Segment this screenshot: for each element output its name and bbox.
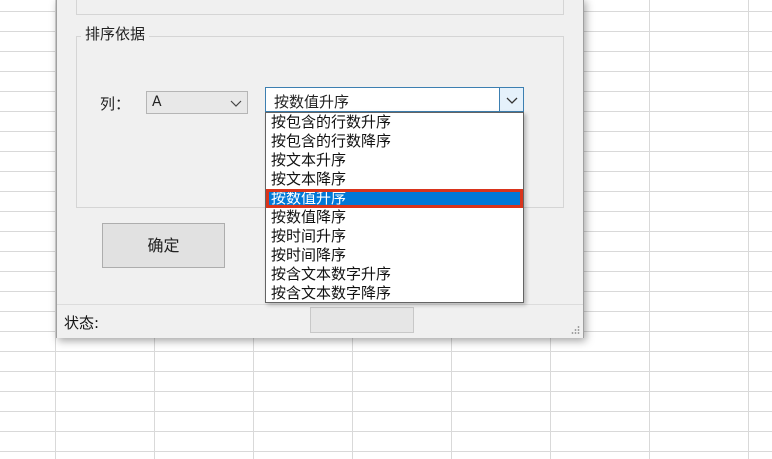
sort-order-dropdown-button[interactable] [499, 88, 523, 111]
dropdown-option[interactable]: 按包含的行数升序 [266, 113, 523, 132]
status-field [310, 307, 414, 333]
chevron-down-icon [230, 100, 242, 107]
column-select-value: A [152, 94, 162, 110]
sort-dialog: 排序依据 列： A 按数值升序 确定 按包含的行数升序 按包含的行数降序 按文本升序… [56, 0, 584, 338]
status-bar: 状态: [57, 304, 583, 338]
top-groupbox [76, 0, 564, 15]
sort-order-options-list[interactable]: 按包含的行数升序 按包含的行数降序 按文本升序 按文本降序 按数值升序 按数值降序 按时间升… [265, 112, 524, 303]
column-label: 列： [100, 95, 131, 113]
sort-order-select[interactable]: 按数值升序 [265, 87, 524, 112]
chevron-down-icon [506, 97, 518, 104]
ok-button[interactable]: 确定 [102, 223, 225, 268]
group-title: 排序依据 [81, 23, 150, 44]
dropdown-option[interactable]: 按文本升序 [266, 151, 523, 170]
sort-order-value: 按数值升序 [274, 93, 350, 111]
dropdown-option[interactable]: 按文本降序 [266, 170, 523, 189]
dropdown-option[interactable]: 按包含的行数降序 [266, 132, 523, 151]
status-label: 状态: [64, 314, 100, 332]
dropdown-option-selected[interactable]: 按数值升序 [266, 189, 523, 208]
column-select[interactable]: A [146, 91, 248, 114]
dropdown-option[interactable]: 按含文本数字降序 [266, 284, 523, 302]
dropdown-option[interactable]: 按时间升序 [266, 227, 523, 246]
resize-grip-icon[interactable] [570, 325, 580, 335]
dropdown-option[interactable]: 按含文本数字升序 [266, 265, 523, 284]
dropdown-option[interactable]: 按时间降序 [266, 246, 523, 265]
dropdown-option[interactable]: 按数值降序 [266, 208, 523, 227]
